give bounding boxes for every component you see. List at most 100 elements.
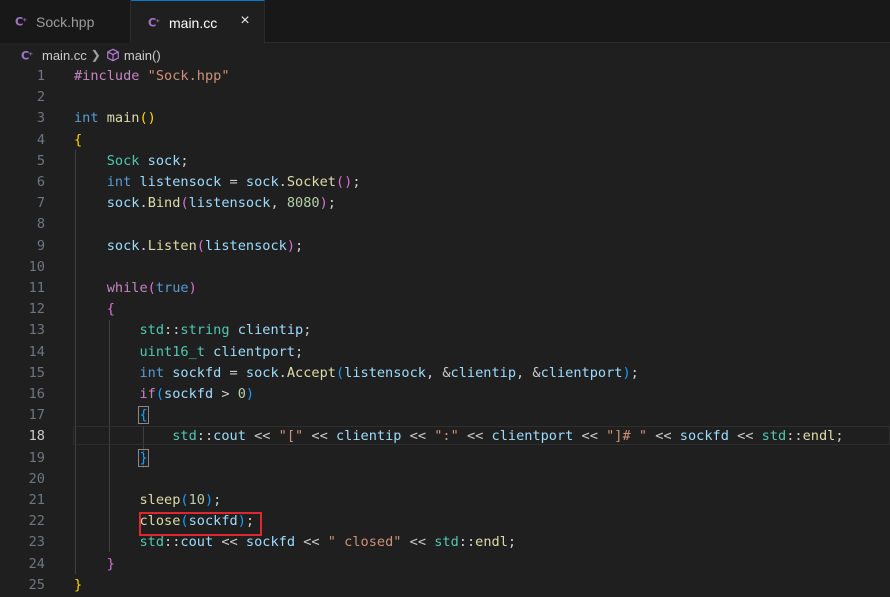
line-number: 11 <box>28 280 45 296</box>
code-line[interactable]: 5 Sock sock; <box>0 151 890 172</box>
code-token: #include <box>74 68 148 84</box>
code-token: int <box>74 110 107 127</box>
code-token: { <box>138 406 149 425</box>
code-line[interactable]: 7 sock.Bind(listensock, 8080); <box>0 193 890 214</box>
code-token: listensock <box>204 237 287 254</box>
code-line[interactable]: 14 uint16_t clientport; <box>0 342 890 363</box>
code-line[interactable]: 13 std::string clientip; <box>0 320 890 341</box>
code-token: ; <box>180 152 189 169</box>
code-line[interactable]: 17 { <box>0 405 890 426</box>
tab-sock-hpp[interactable]: C + Sock.hpp <box>0 0 131 43</box>
code-text: #include "Sock.hpp" <box>74 66 230 87</box>
code-token: clientip <box>450 364 517 381</box>
line-number: 3 <box>36 110 45 127</box>
code-token: string <box>180 322 230 339</box>
code-line[interactable]: 8 <box>0 214 890 235</box>
code-line[interactable]: 12 { <box>0 299 890 320</box>
code-token: ) <box>286 237 296 254</box>
code-token: clientport <box>540 364 623 381</box>
code-line[interactable]: 1 #include "Sock.hpp" <box>0 66 890 87</box>
code-token: :: <box>458 534 476 551</box>
code-token: , & <box>425 364 451 381</box>
code-line[interactable]: 3 int main() <box>0 108 890 129</box>
line-number: 21 <box>28 492 45 508</box>
code-token: :: <box>786 428 803 445</box>
code-line[interactable]: 15 int sockfd = sock.Accept(listensock, … <box>0 363 890 384</box>
code-token: ) <box>622 364 631 381</box>
code-token: << <box>728 428 762 445</box>
line-number: 4 <box>36 131 45 148</box>
line-number: 25 <box>28 576 45 593</box>
code-token: << <box>458 428 492 445</box>
code-text: std::cout << "[" << clientip << ":" << c… <box>74 426 843 447</box>
code-text: while(true) <box>74 278 197 299</box>
code-token: { <box>106 301 115 318</box>
code-token: ; <box>630 364 639 381</box>
cpp-file-icon: C + <box>20 48 34 62</box>
code-token: . <box>278 174 287 190</box>
code-line[interactable]: 19 } <box>0 448 890 469</box>
code-token: :: <box>196 428 214 445</box>
breadcrumb-file[interactable]: main.cc <box>42 48 87 63</box>
cpp-file-icon: C + <box>14 15 28 29</box>
cube-icon <box>106 48 120 62</box>
highlight-box <box>139 512 262 536</box>
code-token: "[" <box>278 428 304 445</box>
breadcrumb-symbol[interactable]: main() <box>124 48 161 63</box>
code-token: Sock <box>106 152 140 169</box>
code-text: sock.Bind(listensock, 8080); <box>74 193 336 214</box>
code-token: sock <box>106 237 140 254</box>
code-line[interactable]: 16 if(sockfd > 0) <box>0 384 890 405</box>
breadcrumb: C + main.cc ❯ main() <box>0 44 890 66</box>
code-line[interactable]: 25} <box>0 575 890 596</box>
code-line[interactable]: 4{ <box>0 130 890 151</box>
code-text: { <box>74 299 115 320</box>
close-icon[interactable]: × <box>236 12 254 30</box>
code-line[interactable]: 24 } <box>0 554 890 575</box>
code-token: listensock <box>344 364 426 381</box>
code-line[interactable]: 9 sock.Listen(listensock); <box>0 236 890 257</box>
code-line[interactable]: 21 sleep(10); <box>0 490 890 511</box>
chevron-right-icon: ❯ <box>90 48 101 62</box>
code-line[interactable]: 6 int listensock = sock.Socket(); <box>0 172 890 193</box>
code-token: ; <box>352 174 361 190</box>
tab-main-cc[interactable]: C + main.cc × <box>131 0 265 44</box>
code-token: sock <box>139 152 181 169</box>
code-token: ( <box>180 195 189 212</box>
line-number: 14 <box>28 343 45 360</box>
code-token: << <box>303 428 336 445</box>
code-line[interactable]: 20 <box>0 469 890 490</box>
code-line[interactable]: 11 while(true) <box>0 278 890 299</box>
code-token: << <box>401 428 435 445</box>
code-token: ; <box>213 492 222 508</box>
code-editor[interactable]: 1 #include "Sock.hpp" 2 3 int main() 4{5 Sock… <box>0 66 890 597</box>
code-token: cout <box>213 428 246 445</box>
code-text: uint16_t clientport; <box>74 342 303 363</box>
line-number: 12 <box>28 301 45 318</box>
code-line[interactable]: 23 std::cout << sockfd << " closed" << s… <box>0 532 890 553</box>
code-line[interactable]: 18 std::cout << "[" << clientip << ":" <… <box>0 426 890 447</box>
code-token: clientip <box>335 428 402 445</box>
code-token: ; <box>295 237 304 254</box>
tab-label: main.cc <box>169 14 218 31</box>
code-token: Listen <box>147 237 197 254</box>
code-token: listensock <box>188 195 271 212</box>
code-line[interactable]: 10 <box>0 257 890 278</box>
line-number: 17 <box>28 407 45 424</box>
code-token: :: <box>164 322 181 339</box>
code-token: sockfd <box>245 534 296 551</box>
code-token: if <box>139 386 156 402</box>
tab-label: Sock.hpp <box>36 13 95 30</box>
code-text: std::string clientip; <box>74 320 311 341</box>
code-line[interactable]: 22 close(sockfd); <box>0 511 890 532</box>
code-token: std <box>139 322 165 339</box>
code-line[interactable]: 2 <box>0 87 890 108</box>
